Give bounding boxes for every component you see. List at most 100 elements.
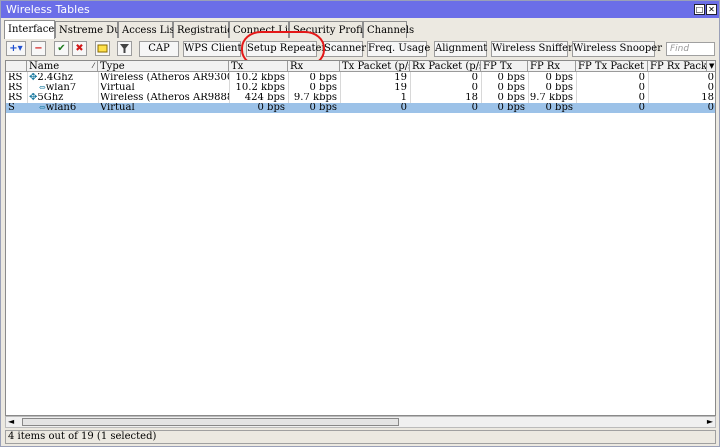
close-icon[interactable]: ✕ xyxy=(706,4,717,15)
status-bar: 4 items out of 19 (1 selected) xyxy=(5,430,716,444)
column-header-name[interactable]: Name ⁄ xyxy=(27,61,98,72)
table-row-selected[interactable]: S ⇔wlan6 Virtual 0 bps 0 bps 0 0 0 bps 0… xyxy=(6,103,715,113)
disable-icon[interactable]: ✖ xyxy=(72,41,87,56)
row-fp-tx: 0 bps xyxy=(497,83,525,93)
row-fp-rx: 9.7 kbps xyxy=(529,93,573,103)
row-rx: 9.7 kbps xyxy=(293,93,337,103)
row-fp-tx-packet: 0 xyxy=(638,73,645,83)
remove-icon[interactable]: − xyxy=(31,41,46,56)
row-name: ✥2.4Ghz xyxy=(27,73,98,83)
row-flags: RS xyxy=(8,83,23,93)
row-fp-rx-packet: 0 xyxy=(707,73,714,83)
find-input[interactable]: Find xyxy=(666,42,715,56)
row-rx-packet: 0 xyxy=(471,83,478,93)
row-type: Wireless (Atheros AR9888) xyxy=(100,93,229,103)
scrollbar-thumb[interactable] xyxy=(22,418,399,426)
horizontal-scrollbar[interactable]: ◄ ► xyxy=(5,416,716,428)
virtual-interface-icon: ⇔ xyxy=(39,103,46,112)
row-type: Virtual xyxy=(100,103,135,113)
row-name-label: wlan6 xyxy=(45,103,77,113)
row-fp-rx: 0 bps xyxy=(545,73,573,83)
tab-registration[interactable]: Registration xyxy=(173,21,240,38)
enable-icon[interactable]: ✔ xyxy=(54,41,69,56)
scanner-button[interactable]: Scanner xyxy=(323,41,366,57)
column-header-tx[interactable]: Tx xyxy=(229,61,288,72)
tab-connect-list[interactable]: Connect List xyxy=(229,21,297,38)
tab-access-list[interactable]: Access List xyxy=(118,21,179,38)
comment-icon[interactable] xyxy=(95,41,110,56)
row-tx: 0 bps xyxy=(257,103,285,113)
row-fp-rx-packet: 0 xyxy=(707,83,714,93)
table-row[interactable]: RS ✥5Ghz Wireless (Atheros AR9888) 424 b… xyxy=(6,93,715,103)
cap-button[interactable]: CAP xyxy=(139,41,179,57)
row-tx: 424 bps xyxy=(244,93,285,103)
wireless-tables-window: Wireless Tables □ ✕ Interfaces Nstreme D… xyxy=(0,0,720,447)
row-type: Wireless (Atheros AR9300) xyxy=(100,73,229,83)
wps-client-button[interactable]: WPS Client xyxy=(183,41,241,57)
row-fp-tx: 0 bps xyxy=(497,93,525,103)
interfaces-table[interactable]: Name ⁄ Type Tx Rx Tx Packet (p/s) Rx Pack… xyxy=(5,60,716,416)
row-fp-tx-packet: 0 xyxy=(638,93,645,103)
column-header-fp-rx[interactable]: FP Rx xyxy=(528,61,576,72)
column-header-fp-tx[interactable]: FP Tx xyxy=(481,61,528,72)
column-header-type[interactable]: Type xyxy=(98,61,229,72)
tab-nstreme-dual[interactable]: Nstreme Dual xyxy=(55,21,130,38)
column-header-flags[interactable] xyxy=(6,61,27,72)
row-tx-packet: 1 xyxy=(400,93,407,103)
title-bar[interactable]: Wireless Tables □ ✕ xyxy=(1,1,719,18)
add-icon[interactable]: +▾ xyxy=(6,41,26,56)
row-rx-packet: 0 xyxy=(471,73,478,83)
wireless-sniffer-button[interactable]: Wireless Sniffer xyxy=(491,41,573,57)
row-flags: S xyxy=(8,103,15,113)
virtual-interface-icon: ⇔ xyxy=(39,83,46,92)
column-header-rx-packet[interactable]: Rx Packet (p/s) xyxy=(410,61,481,72)
column-header-fp-tx-packet[interactable]: FP Tx Packet ... xyxy=(576,61,648,72)
row-tx: 10.2 kbps xyxy=(235,83,285,93)
column-header-rx[interactable]: Rx xyxy=(288,61,340,72)
setup-repeater-button[interactable]: Setup Repeater xyxy=(246,41,326,57)
row-rx-packet: 18 xyxy=(465,93,478,103)
row-name-label: 2.4Ghz xyxy=(37,73,73,83)
sort-arrow-icon: ⁄ xyxy=(92,62,94,70)
row-rx: 0 bps xyxy=(309,73,337,83)
filter-icon[interactable] xyxy=(117,41,132,56)
window-title: Wireless Tables xyxy=(6,3,90,16)
row-tx: 10.2 kbps xyxy=(235,73,285,83)
column-header-tx-packet[interactable]: Tx Packet (p/s) xyxy=(340,61,410,72)
row-fp-rx-packet: 18 xyxy=(701,93,714,103)
table-row[interactable]: RS ⇔wlan7 Virtual 10.2 kbps 0 bps 19 0 0… xyxy=(6,83,715,93)
row-tx-packet: 19 xyxy=(394,73,407,83)
column-header-name-label: Name xyxy=(29,61,60,72)
row-rx: 0 bps xyxy=(309,83,337,93)
alignment-button[interactable]: Alignment xyxy=(434,41,487,57)
row-name-label: 5Ghz xyxy=(37,93,64,103)
scroll-right-icon[interactable]: ► xyxy=(707,417,713,427)
row-fp-rx: 0 bps xyxy=(545,83,573,93)
row-name: ⇔wlan7 xyxy=(27,83,98,93)
row-fp-tx: 0 bps xyxy=(497,103,525,113)
row-fp-rx: 0 bps xyxy=(545,103,573,113)
tab-channels[interactable]: Channels xyxy=(363,21,414,38)
row-rx-packet: 0 xyxy=(471,103,478,113)
freq-usage-button[interactable]: Freq. Usage xyxy=(367,41,430,57)
scroll-left-icon[interactable]: ◄ xyxy=(8,417,14,427)
tab-interfaces[interactable]: Interfaces xyxy=(4,20,59,39)
row-tx-packet: 19 xyxy=(394,83,407,93)
row-name-label: wlan7 xyxy=(45,83,77,93)
column-header-fp-rx-packet[interactable]: FP Rx Packet xyxy=(648,61,707,72)
column-chooser-icon[interactable]: ▼ xyxy=(707,61,715,72)
row-name: ✥5Ghz xyxy=(27,93,98,103)
row-fp-tx-packet: 0 xyxy=(638,103,645,113)
row-fp-rx-packet: 0 xyxy=(707,103,714,113)
toolbar: +▾ − ✔ ✖ CAP WPS Client Setup Repeater S… xyxy=(1,39,719,61)
wireless-snooper-button[interactable]: Wireless Snooper xyxy=(572,41,662,57)
row-fp-tx-packet: 0 xyxy=(638,83,645,93)
row-name: ⇔wlan6 xyxy=(27,103,98,113)
table-row[interactable]: RS ✥2.4Ghz Wireless (Atheros AR9300) 10.… xyxy=(6,73,715,83)
maximize-icon[interactable]: □ xyxy=(694,4,705,15)
row-fp-tx: 0 bps xyxy=(497,73,525,83)
row-flags: RS xyxy=(8,93,23,103)
tab-security-profiles[interactable]: Security Profiles xyxy=(289,21,377,38)
row-rx: 0 bps xyxy=(309,103,337,113)
row-flags: RS xyxy=(8,73,23,83)
